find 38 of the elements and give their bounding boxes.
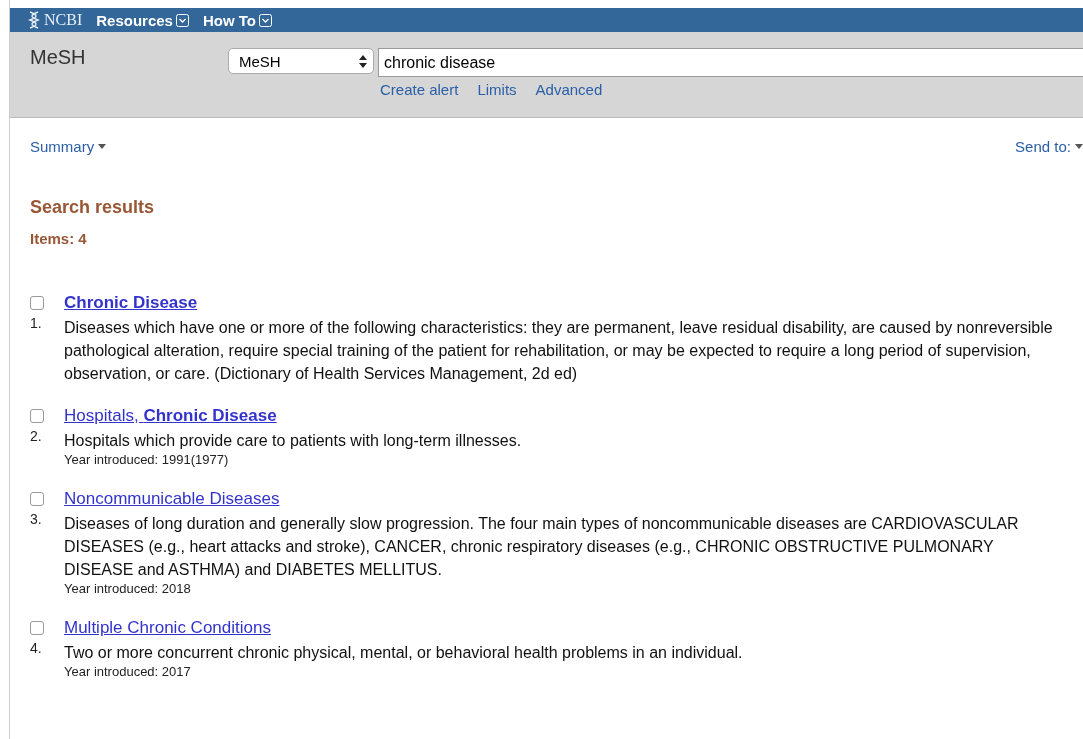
database-title: MeSH xyxy=(30,46,87,70)
result-description: Hospitals which provide care to patients with long-term illnesses. xyxy=(64,431,523,451)
search-link[interactable]: Create alert xyxy=(380,81,459,98)
chevron-down-icon xyxy=(175,13,189,27)
result-title-link[interactable]: Hospitals, Chronic Disease xyxy=(64,406,1083,426)
caret-icon xyxy=(1075,144,1083,149)
year-introduced: Year introduced: 2018 xyxy=(64,581,192,597)
helix-logo-icon xyxy=(28,11,40,29)
menu-button[interactable]: How To xyxy=(202,11,272,29)
updown-arrows-icon xyxy=(359,54,367,68)
format-dropdown[interactable]: Summary xyxy=(30,138,107,155)
search-field[interactable]: chronic disease xyxy=(378,48,1083,77)
result-title-link[interactable]: Multiple Chronic Conditions xyxy=(64,618,1083,638)
chevron-down-icon xyxy=(259,13,272,27)
year-introduced: Year introduced: 1991(1977) xyxy=(64,452,230,468)
menu-button[interactable]: Resources xyxy=(96,11,189,29)
results-heading: Search results xyxy=(30,197,156,218)
database-select[interactable]: MeSH xyxy=(228,48,374,74)
result-number: 2. xyxy=(30,428,43,446)
result-number: 3. xyxy=(30,511,43,529)
items-count: Items: 4 xyxy=(30,230,88,247)
search-link[interactable]: Advanced xyxy=(535,81,603,98)
result-description: Diseases which have one or more of the following characteristics: they are permanent, leave residual disability, are caused by nonreversible pathological alteration, require special training of the patient for rehabilitation, or may be expected to require a long period of supervision, observation, or care. (Dictionary of Health Services Management, 2d ed) xyxy=(64,318,1054,384)
result-description: Diseases of long duration and generally slow progression. The four main types of noncommunicable diseases are CARDIOVASCULAR DISEASES (e.g., heart attacks and stroke), CANCER, chronic respiratory diseases (e.g., CHRONIC OBSTRUCTIVE PULMONARY DISEASE and ASTHMA) and DIABETES MELLITUS. xyxy=(64,514,1020,580)
caret-icon xyxy=(98,144,107,149)
checkbox[interactable] xyxy=(30,409,44,423)
checkbox[interactable] xyxy=(30,492,44,506)
result-title-link[interactable]: Noncommunicable Diseases xyxy=(64,489,1083,509)
checkbox[interactable] xyxy=(30,296,44,310)
result-description: Two or more concurrent chronic physical, mental, or behavioral health problems in an individual. xyxy=(64,643,744,663)
result-number: 1. xyxy=(30,315,43,333)
year-introduced: Year introduced: 2017 xyxy=(64,664,192,680)
checkbox[interactable] xyxy=(30,621,44,635)
ncbi-logo-text[interactable]: NCBI xyxy=(44,11,83,29)
search-link[interactable]: Limits xyxy=(477,81,517,98)
send-to-dropdown[interactable]: Send to: xyxy=(1015,138,1083,155)
result-title-link[interactable]: Chronic Disease xyxy=(64,293,1083,313)
result-number: 4. xyxy=(30,640,43,658)
